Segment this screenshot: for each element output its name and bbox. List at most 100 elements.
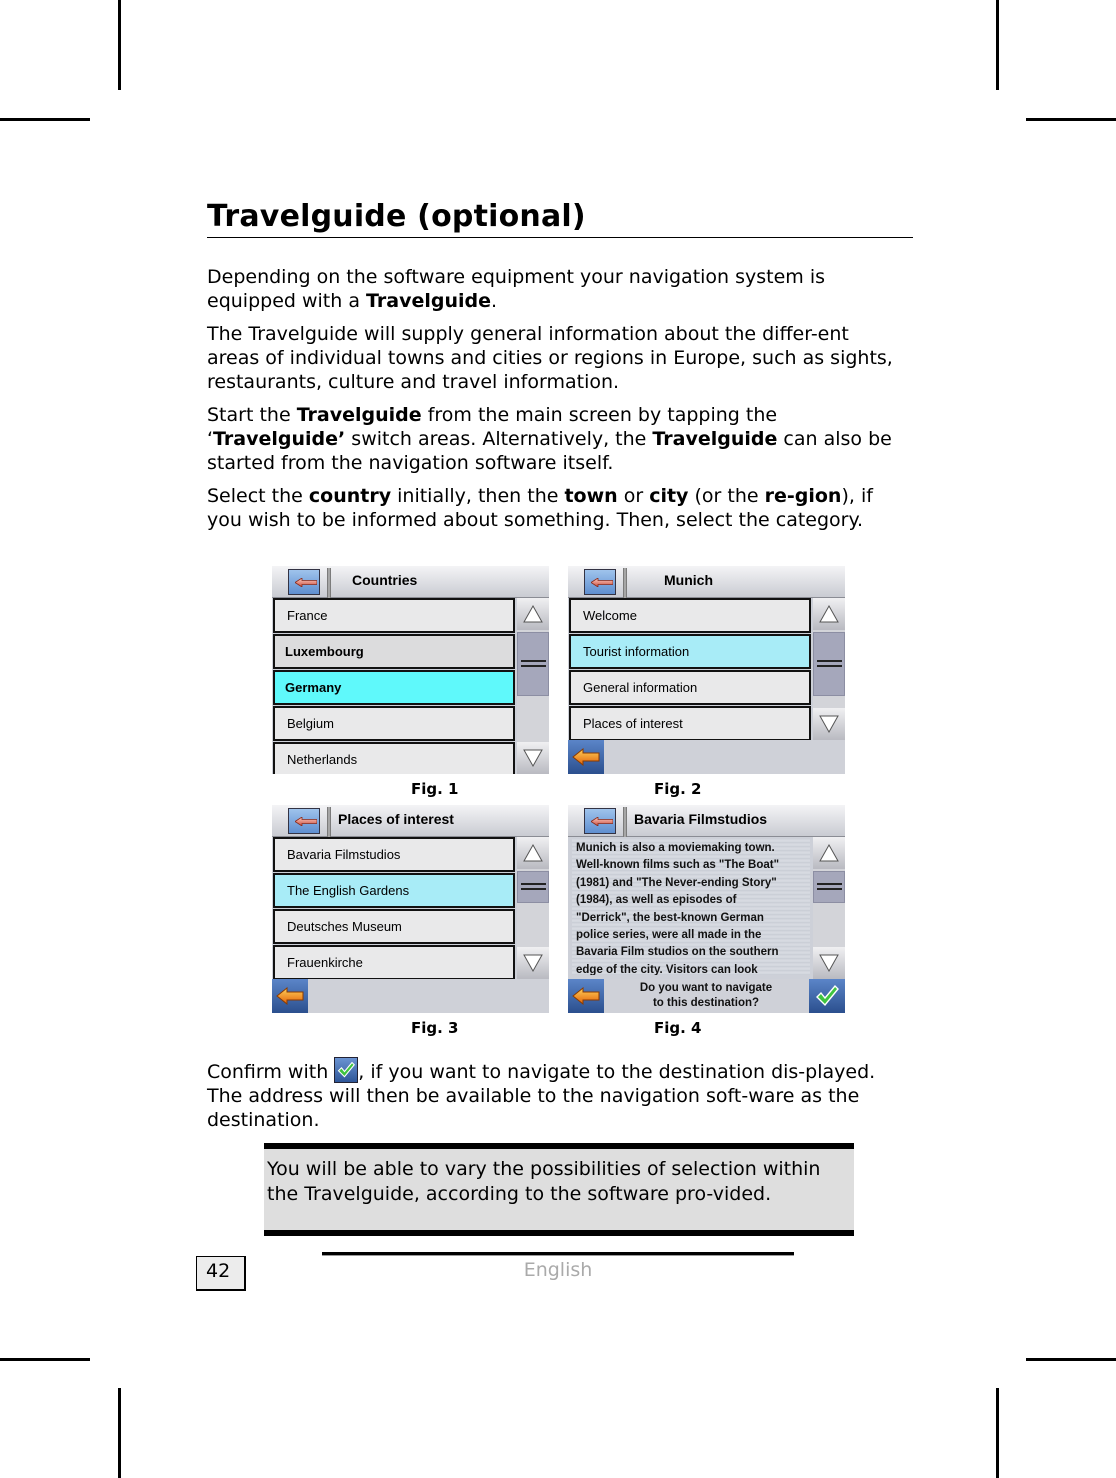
description-line: (1984), as well as episodes of <box>576 894 737 907</box>
bottom-back-button[interactable] <box>568 740 604 774</box>
paragraph-1: Depending on the software equipment your… <box>207 265 907 313</box>
confirm-button[interactable] <box>809 979 845 1013</box>
destination-description: Munich is also a moviemaking town. Well-… <box>572 839 810 975</box>
scroll-down-button[interactable] <box>517 742 549 774</box>
list-item[interactable]: Welcome <box>569 598 811 633</box>
fig2-label: Fig. 2 <box>654 780 702 798</box>
header-divider <box>623 807 627 837</box>
scroll-down-button[interactable] <box>517 947 549 979</box>
paragraph-2: The Travelguide will supply general info… <box>207 322 907 394</box>
text-run: Start the <box>207 404 297 426</box>
scrollbar[interactable] <box>517 837 549 979</box>
list-item[interactable]: Deutsches Museum <box>273 909 515 944</box>
scroll-down-button[interactable] <box>813 947 845 979</box>
crop-mark <box>118 0 121 90</box>
screen-header: Bavaria Filmstudios <box>568 805 845 837</box>
fig4-label: Fig. 4 <box>654 1019 702 1037</box>
header-divider <box>327 568 331 598</box>
crop-mark <box>1026 1358 1116 1361</box>
list-item[interactable]: Germany <box>273 670 515 705</box>
category-list: Welcome Tourist information General inform… <box>569 598 811 742</box>
bottom-back-button[interactable] <box>568 979 604 1013</box>
description-line: edge of the city. Visitors can look <box>576 963 758 975</box>
scroll-up-button[interactable] <box>517 598 549 630</box>
scroll-up-button[interactable] <box>813 598 845 630</box>
bold-term: country <box>308 485 392 507</box>
scroll-up-button[interactable] <box>813 837 845 869</box>
description-line: (1981) and "The Never-ending Story" <box>576 876 777 889</box>
bottom-bar <box>568 740 845 774</box>
scrollbar[interactable] <box>813 837 845 979</box>
list-item[interactable]: General information <box>569 670 811 705</box>
crop-mark <box>118 1388 121 1478</box>
scrollbar[interactable] <box>517 598 549 774</box>
description-line: Bavaria Film studios on the southern <box>576 946 779 959</box>
confirm-paragraph: Confirm with , if you want to navigate t… <box>207 1057 907 1132</box>
back-arrow-icon <box>572 987 600 1005</box>
header-back-button[interactable] <box>584 569 616 595</box>
text-run: (or the <box>688 485 765 507</box>
scroll-thumb[interactable] <box>813 632 845 696</box>
fig3-label: Fig. 3 <box>411 1019 459 1037</box>
header-divider <box>623 568 627 598</box>
text-run: The Travelguide will supply general info… <box>207 323 893 393</box>
fig1-label: Fig. 1 <box>411 780 459 798</box>
checkmark-icon <box>334 1057 359 1083</box>
fig1-screen: Countries France Luxembourg Germany Belgium… <box>272 566 549 774</box>
crop-mark <box>996 1388 999 1478</box>
fig2-screen: Munich Welcome Tourist information General… <box>568 566 845 774</box>
fig4-screen: Bavaria Filmstudios Munich is also a mov… <box>568 805 845 1013</box>
intro-text: Depending on the software equipment your… <box>207 265 907 541</box>
list-item[interactable]: Tourist information <box>569 634 811 669</box>
header-title: Places of interest <box>338 811 454 827</box>
list-item[interactable]: France <box>273 598 515 633</box>
footer-language: English <box>523 1259 593 1281</box>
back-arrow-icon <box>572 748 600 766</box>
screen-header: Places of interest <box>272 805 549 837</box>
note-text: You will be able to vary the possibiliti… <box>267 1158 821 1205</box>
triangle-up-icon <box>523 605 543 623</box>
bottom-back-button[interactable] <box>272 979 308 1013</box>
list-item[interactable]: Luxembourg <box>273 634 515 669</box>
scrollbar[interactable] <box>813 598 845 740</box>
scroll-thumb[interactable] <box>517 632 549 696</box>
list-item[interactable]: Places of interest <box>569 706 811 741</box>
back-arrow-icon <box>276 987 304 1005</box>
scroll-thumb[interactable] <box>813 871 845 903</box>
description-line: police series, were all made in the <box>576 929 762 942</box>
header-back-button[interactable] <box>288 569 320 595</box>
bold-term: Travelguide <box>296 404 422 426</box>
bottom-bar: Do you want to navigate to this destinat… <box>568 979 845 1013</box>
text-run: switch areas. Alternatively, the <box>345 428 653 450</box>
text-run: Select the <box>207 485 309 507</box>
bold-term: city <box>649 485 689 507</box>
list-item[interactable]: Netherlands <box>273 742 515 774</box>
scroll-down-button[interactable] <box>813 708 845 740</box>
header-back-button[interactable] <box>288 808 320 834</box>
header-back-button[interactable] <box>584 808 616 834</box>
checkmark-icon <box>816 984 839 1007</box>
bold-term: Travelguide’ <box>213 428 346 450</box>
list-item[interactable]: Belgium <box>273 706 515 741</box>
triangle-down-icon <box>819 954 839 972</box>
scroll-thumb[interactable] <box>517 871 549 903</box>
description-line: Well-known films such as "The Boat" <box>576 859 780 872</box>
list-item[interactable]: Frauenkirche <box>273 945 515 980</box>
description-line: "Derrick", the best-known German <box>576 911 764 924</box>
triangle-down-icon <box>523 749 543 767</box>
prompt-line: Do you want to navigate <box>639 982 773 994</box>
bold-term: Travelguide <box>652 428 778 450</box>
header-title: Countries <box>352 572 418 588</box>
text-run: or <box>617 485 650 507</box>
paragraph-4: Select the country initially, then the t… <box>207 484 907 532</box>
list-item[interactable]: Bavaria Filmstudios <box>273 837 515 872</box>
scroll-up-button[interactable] <box>517 837 549 869</box>
triangle-up-icon <box>819 844 839 862</box>
text-run: . <box>491 290 498 312</box>
header-title: Bavaria Filmstudios <box>634 811 768 827</box>
navigate-prompt: Do you want to navigate to this destinat… <box>608 981 804 1011</box>
back-arrow-icon <box>295 817 317 826</box>
list-item[interactable]: The English Gardens <box>273 873 515 908</box>
prompt-line: to this destination? <box>652 997 760 1009</box>
triangle-up-icon <box>523 844 543 862</box>
